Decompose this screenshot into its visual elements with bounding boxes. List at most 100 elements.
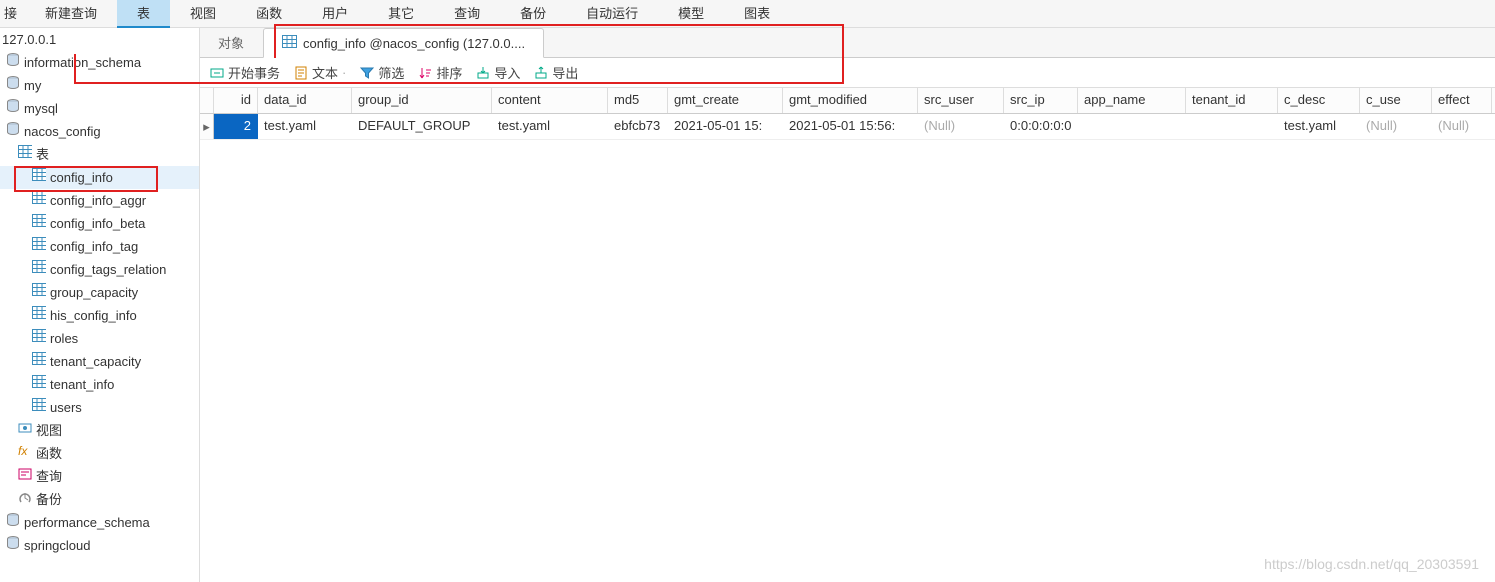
row-indicator: ▸ (200, 114, 214, 139)
connection-node[interactable]: 127.0.0.1 (0, 28, 199, 51)
menu-item[interactable]: 接 (0, 0, 25, 28)
database-node[interactable]: mysql (0, 97, 199, 120)
tab-config-info[interactable]: config_info @nacos_config (127.0.0.... (263, 28, 544, 58)
cell-gmt_modified[interactable]: 2021-05-01 15:56: (783, 114, 918, 139)
menu-item[interactable]: 视图 (170, 0, 236, 28)
table-icon (32, 189, 46, 212)
import-button[interactable]: 导入 (476, 63, 520, 82)
cell-effect[interactable]: (Null) (1432, 114, 1492, 139)
sort-button[interactable]: 排序 (418, 63, 462, 82)
start-transaction-button[interactable]: 开始事务 (210, 63, 280, 82)
tree-item-label: springcloud (24, 534, 91, 557)
table-node[interactable]: config_tags_relation (0, 258, 199, 281)
column-header-src_ip[interactable]: src_ip (1004, 88, 1078, 113)
table-node[interactable]: users (0, 396, 199, 419)
cell-id[interactable]: 2 (214, 114, 258, 139)
db-icon (6, 511, 20, 534)
connection-label: 127.0.0.1 (2, 28, 56, 51)
cell-content[interactable]: test.yaml (492, 114, 608, 139)
column-header-c_desc[interactable]: c_desc (1278, 88, 1360, 113)
tree-item-label: mysql (24, 97, 58, 120)
table-node[interactable]: tenant_capacity (0, 350, 199, 373)
export-label: 导出 (552, 63, 578, 82)
cell-c_desc[interactable]: test.yaml (1278, 114, 1360, 139)
menu-item[interactable]: 表 (117, 0, 170, 28)
column-header-c_use[interactable]: c_use (1360, 88, 1432, 113)
column-header-gmt_modified[interactable]: gmt_modified (783, 88, 918, 113)
table-icon (32, 235, 46, 258)
data-grid[interactable]: iddata_idgroup_idcontentmd5gmt_creategmt… (200, 88, 1495, 582)
column-header-id[interactable]: id (214, 88, 258, 113)
tree-item-label: my (24, 74, 41, 97)
export-button[interactable]: 导出 (534, 63, 578, 82)
tree-item-label: roles (50, 327, 78, 350)
menu-item[interactable]: 图表 (724, 0, 790, 28)
sort-label: 排序 (436, 63, 462, 82)
menu-item[interactable]: 其它 (368, 0, 434, 28)
tree-item-label: users (50, 396, 82, 419)
table-icon (32, 212, 46, 235)
database-node[interactable]: my (0, 74, 199, 97)
database-node[interactable]: information_schema (0, 51, 199, 74)
tree-item-label: config_info_tag (50, 235, 138, 258)
cell-c_use[interactable]: (Null) (1360, 114, 1432, 139)
table-node[interactable]: config_info_beta (0, 212, 199, 235)
transaction-icon (210, 66, 224, 80)
text-label: 文本 (312, 63, 338, 82)
cell-src_user[interactable]: (Null) (918, 114, 1004, 139)
database-node[interactable]: performance_schema (0, 511, 199, 534)
text-button[interactable]: 文本 · (294, 63, 346, 82)
column-header-group_id[interactable]: group_id (352, 88, 492, 113)
cell-gmt_create[interactable]: 2021-05-01 15: (668, 114, 783, 139)
menu-item[interactable]: 备份 (500, 0, 566, 28)
tab-objects[interactable]: 对象 (200, 27, 263, 57)
table-icon (18, 143, 32, 166)
table-icon (32, 396, 46, 419)
import-label: 导入 (494, 63, 520, 82)
table-node[interactable]: his_config_info (0, 304, 199, 327)
tab-objects-label: 对象 (218, 33, 244, 52)
tables-group[interactable]: 表 (0, 143, 199, 166)
cell-tenant_id[interactable] (1186, 114, 1278, 139)
column-header-content[interactable]: content (492, 88, 608, 113)
column-header-gmt_create[interactable]: gmt_create (668, 88, 783, 113)
filter-label: 筛选 (378, 63, 404, 82)
cell-group_id[interactable]: DEFAULT_GROUP (352, 114, 492, 139)
tree-item-label: 查询 (36, 465, 62, 488)
backup-group[interactable]: 备份 (0, 488, 199, 511)
menu-item[interactable]: 函数 (236, 0, 302, 28)
grid-header: iddata_idgroup_idcontentmd5gmt_creategmt… (200, 88, 1495, 114)
queries-group[interactable]: 查询 (0, 465, 199, 488)
backup-icon (18, 488, 32, 511)
table-node[interactable]: group_capacity (0, 281, 199, 304)
table-icon (32, 304, 46, 327)
menu-item[interactable]: 新建查询 (25, 0, 117, 28)
database-node[interactable]: nacos_config (0, 120, 199, 143)
column-header-tenant_id[interactable]: tenant_id (1186, 88, 1278, 113)
column-header-app_name[interactable]: app_name (1078, 88, 1186, 113)
cell-md5[interactable]: ebfcb73 (608, 114, 668, 139)
column-header-data_id[interactable]: data_id (258, 88, 352, 113)
functions-group[interactable]: 函数 (0, 442, 199, 465)
table-row[interactable]: ▸ 2test.yamlDEFAULT_GROUPtest.yamlebfcb7… (200, 114, 1495, 140)
column-header-md5[interactable]: md5 (608, 88, 668, 113)
column-header-src_user[interactable]: src_user (918, 88, 1004, 113)
table-node[interactable]: roles (0, 327, 199, 350)
views-group[interactable]: 视图 (0, 419, 199, 442)
table-node[interactable]: config_info_aggr (0, 189, 199, 212)
menu-item[interactable]: 模型 (658, 0, 724, 28)
fx-icon (18, 442, 32, 465)
cell-src_ip[interactable]: 0:0:0:0:0:0 (1004, 114, 1078, 139)
table-node[interactable]: config_info_tag (0, 235, 199, 258)
menu-item[interactable]: 自动运行 (566, 0, 658, 28)
tree-item-label: tenant_info (50, 373, 114, 396)
menu-item[interactable]: 查询 (434, 0, 500, 28)
menu-item[interactable]: 用户 (302, 0, 368, 28)
database-node[interactable]: springcloud (0, 534, 199, 557)
cell-app_name[interactable] (1078, 114, 1186, 139)
column-header-effect[interactable]: effect (1432, 88, 1492, 113)
table-node[interactable]: config_info (0, 166, 199, 189)
cell-data_id[interactable]: test.yaml (258, 114, 352, 139)
table-node[interactable]: tenant_info (0, 373, 199, 396)
filter-button[interactable]: 筛选 (360, 63, 404, 82)
